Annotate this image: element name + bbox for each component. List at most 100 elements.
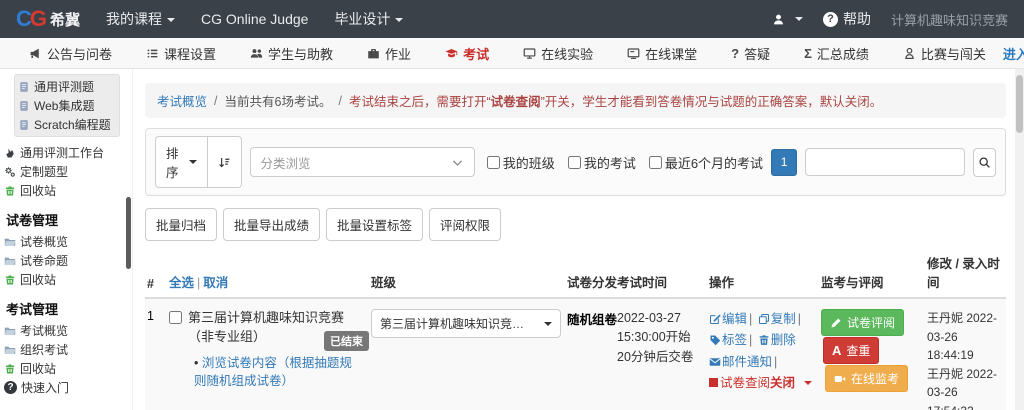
chevron-down-icon	[167, 18, 175, 22]
mail-notify-link[interactable]: 邮件通知	[709, 355, 772, 369]
batch-set-tags-button[interactable]: 批量设置标签	[326, 208, 423, 241]
folder-icon	[4, 325, 16, 337]
header-class: 班级	[371, 272, 567, 291]
nav-cg-online-judge[interactable]: CG Online Judge	[201, 11, 308, 27]
review-permission-button[interactable]: 评阅权限	[429, 208, 501, 241]
sidebar-item-quick-start[interactable]: ?快速入门	[4, 378, 126, 397]
menu-online-labs[interactable]: 在线实验	[506, 44, 610, 63]
section-title-paper-management: 试卷管理	[6, 210, 126, 229]
question-circle-icon: ?	[4, 381, 17, 394]
exam-table: # 全选|取消 班级 试卷分发 考试时间 操作 监考与评阅 修改 / 录入时间 …	[145, 249, 1006, 410]
batch-export-grades-button[interactable]: 批量导出成绩	[223, 208, 320, 241]
document-icon	[18, 119, 30, 131]
screen-icon	[627, 47, 640, 60]
main-content: 考试概览 / 当前共有6场考试。 / 考试结束之后，需要打开“试卷查阅”开关，学…	[133, 69, 1024, 410]
enter-student-portal-link[interactable]: 进入学生端	[1003, 44, 1024, 63]
sidebar-item-scratch[interactable]: Scratch编程题	[18, 115, 116, 134]
menu-contests[interactable]: 比赛与闯关	[886, 44, 1003, 63]
select-all-link[interactable]: 全选	[169, 276, 194, 290]
menu-online-classroom[interactable]: 在线课堂	[610, 44, 714, 63]
duplicate-check-button[interactable]: A查重	[823, 337, 879, 364]
my-exams-checkbox[interactable]	[568, 156, 581, 169]
cancel-select-link[interactable]: 取消	[203, 276, 228, 290]
nav-my-courses[interactable]: 我的课程	[106, 9, 175, 29]
search-button[interactable]	[973, 148, 996, 177]
menu-grade-summary[interactable]: Σ汇总成绩	[787, 44, 886, 63]
online-proctor-button[interactable]: 在线监考	[825, 365, 908, 392]
main-scrollbar[interactable]	[1015, 69, 1024, 410]
menu-qa[interactable]: ?答疑	[714, 44, 787, 63]
review-switch-notice: 考试结束之后，需要打开“试卷查阅”开关，学生才能看到答卷情况与试题的正确答案，默…	[349, 91, 882, 110]
sidebar-item-general-judged[interactable]: 通用评测题	[18, 77, 116, 96]
sort-direction-button[interactable]	[208, 136, 242, 188]
logo-text: 希冀	[50, 9, 80, 30]
sort-button-group: 排序	[155, 136, 242, 188]
menu-students-tas[interactable]: 学生与助教	[233, 44, 350, 63]
sidebar-item-organize-exam[interactable]: 组织考试	[4, 340, 126, 359]
filter-my-exams[interactable]: 我的考试	[568, 153, 636, 172]
sidebar-item-paper-authoring[interactable]: 试卷命题	[4, 251, 126, 270]
sidebar-item-exam-recycle-bin[interactable]: 回收站	[4, 359, 126, 378]
nav-graduation-design[interactable]: 毕业设计	[334, 9, 403, 29]
row-select-checkbox[interactable]	[169, 311, 182, 324]
filter-my-classes[interactable]: 我的班级	[487, 153, 555, 172]
menu-exams[interactable]: 考试	[428, 44, 506, 63]
sidebar-scrollbar-thumb[interactable]	[126, 197, 131, 269]
paper-review-toggle[interactable]: 试卷查阅关闭	[709, 373, 821, 394]
folder-icon	[4, 236, 16, 248]
copy-icon	[758, 313, 770, 325]
exam-time: 2022-03-2715:30:00开始20分钟后交卷	[617, 309, 709, 410]
sidebar-item-paper-overview[interactable]: 试卷概览	[4, 232, 126, 251]
header-operations: 操作	[709, 272, 821, 291]
pagination-page-1[interactable]: 1	[771, 149, 797, 176]
app-logo[interactable]: CG 希冀	[16, 6, 80, 32]
operations: 编辑| 复制| 标签| 删除 邮件通知| 试卷查阅关闭	[709, 309, 821, 410]
sort-button[interactable]: 排序	[155, 136, 208, 188]
folder-icon	[4, 344, 16, 356]
class-dropdown[interactable]: 第三届计算机趣味知识竞赛非专业类	[371, 309, 561, 338]
edit-icon	[709, 313, 721, 325]
menu-announcements[interactable]: 公告与问卷	[12, 44, 129, 63]
menu-homework[interactable]: 作业	[350, 44, 428, 63]
help-button[interactable]: ? 帮助	[823, 9, 871, 29]
sidebar-item-web-integrated[interactable]: Web集成题	[18, 96, 116, 115]
batch-archive-button[interactable]: 批量归档	[145, 208, 217, 241]
logo-letter-c: C	[16, 6, 30, 32]
tag-link[interactable]: 标签	[709, 333, 747, 347]
menu-course-settings[interactable]: 课程设置	[129, 44, 233, 63]
red-square-icon	[709, 378, 718, 387]
user-menu[interactable]	[772, 13, 803, 26]
filter-recent-6-months[interactable]: 最近6个月的考试	[649, 153, 763, 172]
breadcrumb-exam-overview-link[interactable]: 考试概览	[157, 91, 207, 110]
row-number: 1	[145, 309, 169, 410]
sidebar-item-exam-overview[interactable]: 考试概览	[4, 321, 126, 340]
mail-icon	[709, 356, 721, 368]
edit-link[interactable]: 编辑	[709, 312, 747, 326]
sidebar: 通用评测题 Web集成题 Scratch编程题 通用评测工作台 定制题型 回收站…	[0, 69, 133, 410]
monitor-icon	[523, 47, 536, 60]
breadcrumb: 考试概览 / 当前共有6场考试。 / 考试结束之后，需要打开“试卷查阅”开关，学…	[145, 83, 1006, 118]
trash-icon	[758, 334, 770, 346]
my-classes-checkbox[interactable]	[487, 156, 500, 169]
paper-review-button[interactable]: 试卷评阅	[821, 309, 904, 336]
search-input[interactable]	[805, 148, 965, 176]
paper-distribution: 随机组卷	[567, 309, 617, 410]
view-paper-content-link[interactable]: 浏览试卷内容（根据抽题规则随机组成试卷）	[194, 354, 362, 392]
user-icon	[772, 13, 785, 26]
breadcrumb-separator: /	[214, 94, 217, 108]
table-header: # 全选|取消 班级 试卷分发 考试时间 操作 监考与评阅 修改 / 录入时间	[145, 249, 1006, 299]
current-course-name: 计算机趣味知识竞赛	[891, 10, 1008, 29]
sidebar-item-judge-workbench[interactable]: 通用评测工作台	[4, 143, 126, 162]
sidebar-item-recycle-bin[interactable]: 回收站	[4, 181, 126, 200]
question-type-group: 通用评测题 Web集成题 Scratch编程题	[14, 74, 120, 137]
course-menubar: 公告与问卷 课程设置 学生与助教 作业 考试 在线实验 在线课堂 ?答疑 Σ汇总…	[0, 38, 1024, 69]
copy-link[interactable]: 复制	[758, 312, 796, 326]
recent-6-months-checkbox[interactable]	[649, 156, 662, 169]
category-browse-select[interactable]: 分类浏览	[250, 147, 475, 177]
main-scrollbar-thumb[interactable]	[1016, 75, 1023, 133]
sidebar-item-custom-types[interactable]: 定制题型	[4, 162, 126, 181]
recycle-bin-icon	[4, 185, 16, 197]
pencil-icon	[830, 317, 842, 329]
delete-link[interactable]: 删除	[758, 333, 796, 347]
sidebar-item-paper-recycle-bin[interactable]: 回收站	[4, 270, 126, 289]
